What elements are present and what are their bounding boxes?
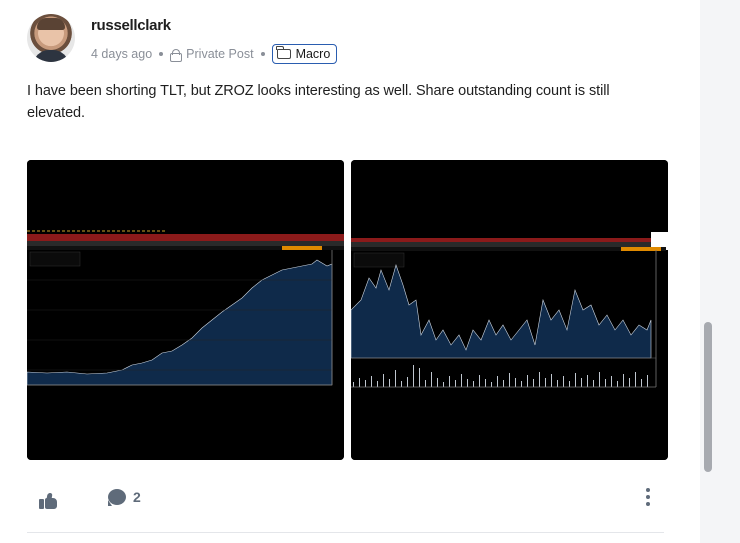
kebab-dot (646, 488, 650, 492)
comment-icon[interactable] (108, 489, 127, 506)
separator-dot (159, 52, 164, 56)
thumbs-up-icon[interactable] (39, 493, 59, 509)
separator-dot (260, 52, 265, 56)
chart-screenshot-1 (27, 160, 344, 460)
category-label: Macro (295, 47, 331, 61)
author-name[interactable]: russellclark (91, 17, 171, 34)
chart-screenshot-2 (351, 160, 668, 460)
post-card: russellclark 4 days ago Private Post Mac… (0, 0, 700, 543)
avatar-shirt (33, 50, 69, 62)
category-tag[interactable]: Macro (271, 44, 338, 64)
kebab-menu-icon[interactable] (644, 488, 652, 508)
folder-icon (276, 46, 291, 59)
comment-count[interactable]: 2 (133, 489, 141, 505)
kebab-dot (646, 495, 650, 499)
avatar-hair (37, 18, 65, 30)
visibility-label: Private Post (186, 47, 254, 61)
lock-icon (170, 48, 183, 62)
attachment-image-2[interactable] (351, 160, 668, 460)
comment-tail (108, 500, 112, 506)
scrollbar-thumb[interactable] (704, 322, 712, 472)
thumb-stem (39, 499, 44, 509)
avatar[interactable] (27, 14, 75, 62)
scrollbar-track[interactable] (700, 0, 740, 543)
post-meta: 4 days ago Private Post Macro (91, 44, 338, 64)
post-body: I have been shorting TLT, but ZROZ looks… (27, 83, 610, 121)
divider (27, 532, 664, 533)
post-time: 4 days ago (91, 47, 153, 61)
kebab-dot (646, 502, 650, 506)
post-actions: 2 (27, 484, 667, 512)
attachment-image-1[interactable] (27, 160, 344, 460)
